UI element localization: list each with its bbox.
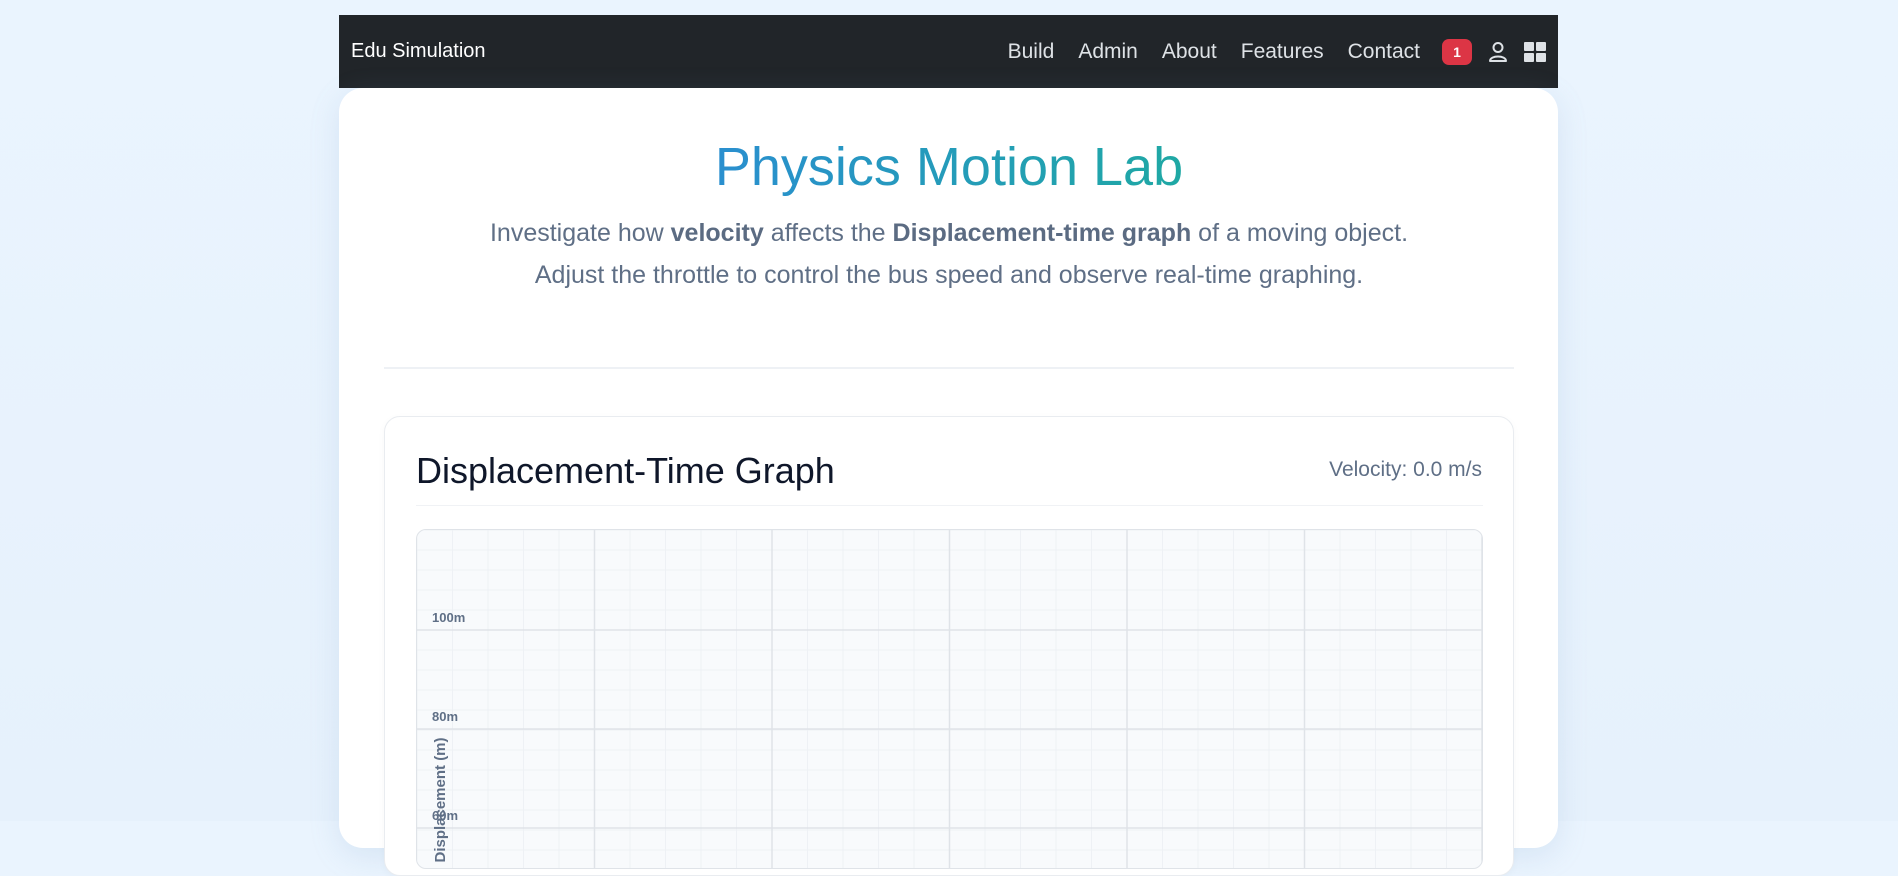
nav-links: Build Admin About Features Contact 1 bbox=[1008, 38, 1546, 65]
section-divider bbox=[384, 367, 1514, 369]
graph-card: Displacement-Time Graph Velocity: 0.0 m/… bbox=[384, 416, 1514, 876]
user-icon[interactable] bbox=[1488, 41, 1508, 63]
description-text: affects the bbox=[763, 219, 893, 247]
nav-link-about[interactable]: About bbox=[1162, 40, 1217, 64]
top-navbar: Edu Simulation Build Admin About Feature… bbox=[339, 15, 1558, 88]
chart-svg: 100m80m60mDisplacement (m) bbox=[417, 530, 1482, 868]
description-keyword-velocity: velocity bbox=[670, 219, 764, 247]
page-title-text: Physics Motion Lab bbox=[714, 137, 1184, 197]
brand-name[interactable]: Edu Simulation bbox=[351, 40, 486, 63]
displacement-time-chart: 100m 80m 60m Displacement (m) bbox=[416, 529, 1483, 869]
nav-link-admin[interactable]: Admin bbox=[1078, 40, 1138, 64]
notification-badge[interactable]: 1 bbox=[1442, 38, 1472, 65]
description-text: Investigate how bbox=[489, 219, 671, 247]
nav-link-features[interactable]: Features bbox=[1241, 40, 1324, 64]
apps-grid-icon[interactable] bbox=[1524, 41, 1546, 62]
velocity-readout: Velocity: 0.0 m/s bbox=[1329, 458, 1482, 481]
nav-link-contact[interactable]: Contact bbox=[1348, 40, 1420, 64]
page-title: Physics Motion Lab bbox=[0, 135, 1898, 199]
y-axis-label: Displacement (m) bbox=[432, 737, 449, 862]
description-keyword-graph: Displacement-time graph bbox=[892, 219, 1192, 247]
y-tick-label: 100m bbox=[432, 610, 465, 625]
y-tick-label: 80m bbox=[432, 709, 458, 724]
graph-title: Displacement-Time Graph bbox=[416, 450, 835, 491]
page-description: Investigate how velocity affects the Dis… bbox=[480, 212, 1418, 296]
nav-link-build[interactable]: Build bbox=[1008, 40, 1055, 64]
graph-header-divider bbox=[416, 505, 1483, 506]
